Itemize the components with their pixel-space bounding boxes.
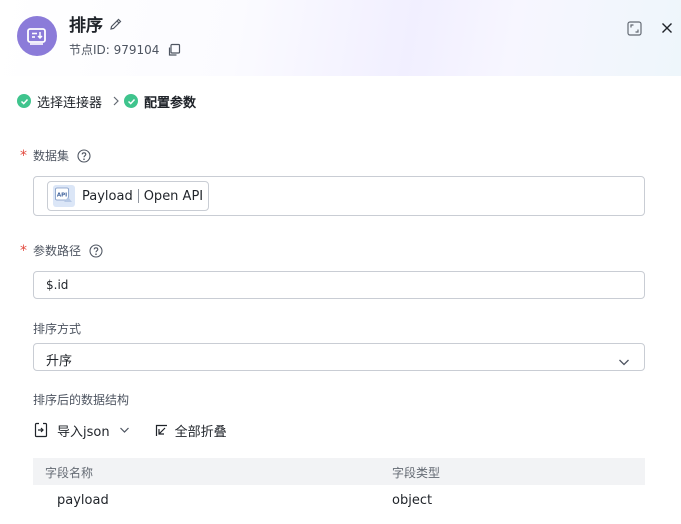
import-icon [34, 422, 48, 438]
table-header: 字段名称 字段类型 [33, 458, 645, 485]
panel-header: 排序 节点ID: 979104 [0, 0, 681, 76]
step-configure-params[interactable]: 配置参数 [124, 92, 196, 111]
check-icon [17, 94, 31, 108]
step-label: 选择连接器 [37, 95, 103, 111]
close-icon[interactable] [658, 19, 676, 37]
column-header-name: 字段名称 [45, 466, 94, 480]
required-mark: * [20, 147, 27, 164]
page-title: 排序 [69, 11, 123, 36]
collapse-all-button[interactable]: 全部折叠 [155, 421, 227, 440]
sort-order-label: 排序方式 [33, 322, 82, 336]
edit-icon[interactable] [109, 17, 123, 31]
import-json-button[interactable]: 导入json [34, 421, 130, 440]
param-path-label-text: 参数路径 [33, 244, 82, 258]
structure-label: 排序后的数据结构 [33, 393, 130, 407]
breadcrumb: 选择连接器 配置参数 [17, 91, 196, 111]
structure-toolbar: 导入json 全部折叠 [34, 421, 227, 440]
chevron-down-icon [119, 427, 129, 433]
collapse-all-label: 全部折叠 [174, 424, 227, 440]
api-icon: API [53, 185, 75, 207]
dataset-label-text: 数据集 [33, 149, 70, 163]
chevron-right-icon [112, 95, 120, 107]
sort-node-icon [17, 16, 57, 56]
param-path-input[interactable]: $.id [33, 271, 645, 299]
column-header-type: 字段类型 [392, 466, 441, 480]
dataset-chip[interactable]: API Payload Open API [47, 181, 210, 211]
dataset-label: * 数据集 [20, 147, 91, 164]
node-id-text: 节点ID: 979104 [69, 43, 160, 57]
fullscreen-icon[interactable] [625, 19, 643, 37]
dataset-field[interactable]: API Payload Open API [33, 176, 645, 216]
sort-order-value: 升序 [46, 354, 73, 369]
field-name-cell: payload [57, 493, 109, 508]
import-json-label: 导入json [57, 424, 110, 440]
help-icon[interactable] [77, 148, 91, 163]
chevron-down-icon [618, 352, 630, 371]
param-path-value: $.id [46, 278, 69, 292]
field-type-cell: object [392, 493, 433, 508]
node-id: 节点ID: 979104 [69, 41, 181, 58]
svg-text:API: API [57, 193, 67, 199]
divider [137, 189, 139, 203]
help-icon[interactable] [89, 243, 103, 258]
step-select-connector[interactable]: 选择连接器 [17, 92, 102, 111]
copy-icon[interactable] [167, 43, 181, 57]
check-icon [124, 94, 139, 108]
step-label: 配置参数 [144, 95, 197, 111]
collapse-icon [155, 424, 167, 436]
required-mark: * [20, 242, 27, 259]
dataset-type: Open API [143, 188, 204, 204]
node-title: 排序 [69, 16, 103, 36]
table-row[interactable]: payload object [33, 486, 645, 516]
sort-order-select[interactable]: 升序 [33, 343, 645, 371]
param-path-label: * 参数路径 [20, 242, 103, 259]
dataset-name: Payload [82, 188, 133, 204]
